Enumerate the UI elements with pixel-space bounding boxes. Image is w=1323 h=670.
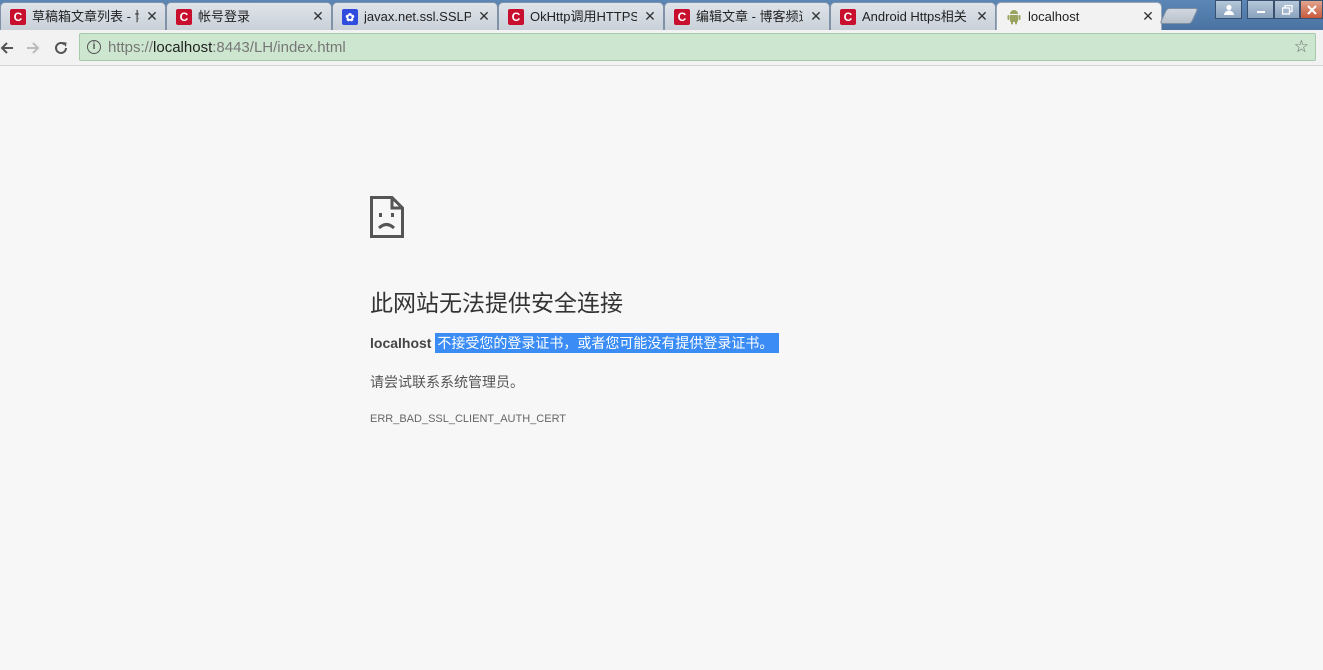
error-code[interactable]: ERR_BAD_SSL_CLIENT_AUTH_CERT: [370, 413, 566, 425]
close-icon[interactable]: ✕: [809, 8, 823, 24]
back-button[interactable]: [0, 37, 18, 59]
error-hint: 请尝试联系系统管理员。: [370, 374, 524, 390]
tab-edit-article[interactable]: C 编辑文章 - 博客频道 ✕: [664, 2, 830, 30]
csdn-icon: C: [176, 9, 192, 25]
tab-okhttp[interactable]: C OkHttp调用HTTPS ✕: [498, 2, 664, 30]
tab-account-login[interactable]: C 帐号登录 ✕: [166, 2, 332, 30]
tab-title: javax.net.ssl.SSLPe: [364, 9, 471, 24]
window-close-icon[interactable]: [1300, 0, 1323, 19]
tab-title: 帐号登录: [198, 9, 251, 24]
url-text[interactable]: https://localhost:8443/LH/index.html: [108, 39, 346, 57]
tab-title: localhost: [1028, 9, 1080, 24]
minimize-icon[interactable]: [1247, 0, 1274, 19]
error-host: localhost: [370, 335, 432, 351]
url-scheme: https://: [108, 39, 154, 56]
url-path: :8443/LH/index.html: [212, 39, 346, 56]
url-host: localhost: [153, 39, 213, 56]
error-message: localhost 不接受您的登录证书，或者您可能没有提供登录证书。: [370, 332, 780, 354]
close-icon[interactable]: ✕: [477, 8, 491, 24]
selected-text[interactable]: 不接受您的登录证书，或者您可能没有提供登录证书。: [435, 333, 780, 353]
tab-title: 草稿箱文章列表 - 博: [32, 9, 139, 24]
error-heading: 此网站无法提供安全连接: [370, 290, 623, 316]
error-page: 此网站无法提供安全连接 localhost 不接受您的登录证书，或者您可能没有提…: [0, 66, 1323, 670]
csdn-icon: C: [508, 9, 524, 25]
sad-page-icon: [370, 196, 404, 238]
browser-toolbar: i https://localhost:8443/LH/index.html ☆: [0, 30, 1323, 66]
tab-strip: C 草稿箱文章列表 - 博 ✕ C 帐号登录 ✕ ✿ javax.net.ssl…: [0, 0, 1323, 30]
reload-button[interactable]: [50, 37, 72, 59]
close-icon[interactable]: ✕: [643, 8, 657, 24]
tab-title: OkHttp调用HTTPS: [530, 9, 637, 24]
tab-sslpeer[interactable]: ✿ javax.net.ssl.SSLPe ✕: [332, 2, 498, 30]
tab-localhost[interactable]: localhost ✕: [996, 2, 1162, 30]
new-tab-button[interactable]: [1159, 8, 1199, 24]
tab-title: Android Https相关: [862, 9, 967, 24]
tab-drafts[interactable]: C 草稿箱文章列表 - 博 ✕: [0, 2, 166, 30]
close-icon[interactable]: ✕: [145, 8, 159, 24]
close-icon[interactable]: ✕: [1141, 8, 1155, 24]
forward-button[interactable]: [22, 37, 44, 59]
info-icon[interactable]: i: [87, 40, 101, 54]
restore-icon[interactable]: [1274, 0, 1300, 19]
csdn-icon: C: [840, 9, 856, 25]
paw-icon: ✿: [342, 9, 358, 25]
bookmark-star-icon[interactable]: ☆: [1294, 37, 1309, 57]
tab-android-https[interactable]: C Android Https相关 ✕: [830, 2, 996, 30]
csdn-icon: C: [10, 9, 26, 25]
user-icon[interactable]: [1215, 0, 1242, 19]
android-icon: [1006, 9, 1022, 25]
tab-title: 编辑文章 - 博客频道: [696, 9, 803, 24]
close-icon[interactable]: ✕: [975, 8, 989, 24]
csdn-icon: C: [674, 9, 690, 25]
close-icon[interactable]: ✕: [311, 8, 325, 24]
address-bar[interactable]: i https://localhost:8443/LH/index.html ☆: [79, 33, 1316, 61]
